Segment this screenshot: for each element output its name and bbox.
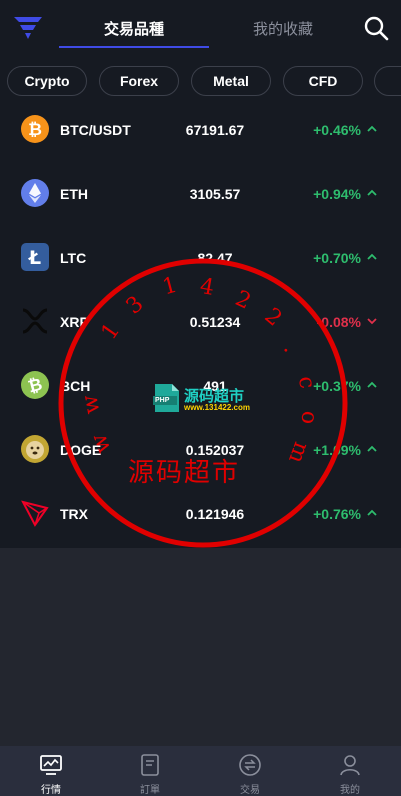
xrp-icon [22, 308, 48, 334]
market-change: +1.09% [313, 442, 361, 458]
php-label: PHP [155, 397, 170, 404]
bottom-navigation: 行情 訂單 交易 我的 [0, 746, 401, 796]
nav-label: 行情 [41, 785, 61, 796]
tab-trading-products[interactable]: 交易品種 [104, 18, 164, 39]
category-chip-forex[interactable]: Forex [99, 66, 179, 96]
market-change: -0.08% [316, 314, 361, 330]
chevron-up-icon [367, 381, 377, 388]
market-price: 82.47 [197, 250, 233, 266]
market-symbol: BTC/USDT [60, 122, 131, 138]
watermark-badge-url: www.131422.com [184, 403, 250, 412]
market-symbol: XRP [60, 314, 89, 330]
document-icon [141, 754, 159, 776]
chevron-up-icon [367, 253, 377, 260]
category-chip-cfd[interactable]: CFD [283, 66, 363, 96]
chevron-up-icon [367, 189, 377, 196]
chevron-up-icon [367, 509, 377, 516]
market-row-eth[interactable]: ETH 3105.57 +0.94% [0, 162, 401, 226]
category-chip-more[interactable] [374, 66, 401, 96]
dogecoin-icon [21, 435, 49, 463]
chevron-up-icon [367, 125, 377, 132]
market-row-trx[interactable]: TRX 0.121946 +0.76% [0, 482, 401, 546]
bitcoin-cash-icon: ₿ [21, 371, 49, 399]
nav-item-orders[interactable]: 訂單 [100, 746, 200, 796]
market-change: +0.70% [313, 250, 361, 266]
watermark-badge: PHP 源码超市 www.131422.com [152, 383, 250, 413]
market-row-btc[interactable]: ₿ BTC/USDT 67191.67 +0.46% [0, 98, 401, 162]
svg-text:Ł: Ł [28, 247, 41, 269]
chevron-up-icon [367, 445, 377, 452]
active-tab-indicator [59, 46, 209, 48]
nav-item-profile[interactable]: 我的 [300, 746, 400, 796]
market-change: +0.94% [313, 186, 361, 202]
exchange-icon [239, 754, 261, 776]
svg-text:₿: ₿ [28, 120, 42, 140]
markets-page: 交易品種 我的收藏 Crypto Forex Metal CFD ₿ BTC/U… [0, 0, 401, 796]
market-symbol: ETH [60, 186, 88, 202]
market-change: +0.46% [313, 122, 361, 138]
watermark-brand: 源码超市 [128, 458, 241, 488]
market-price: 3105.57 [189, 186, 241, 202]
market-price: 67191.67 [185, 122, 245, 138]
category-chip-metal[interactable]: Metal [191, 66, 271, 96]
market-change: +0.76% [313, 506, 361, 522]
category-chip-crypto[interactable]: Crypto [7, 66, 87, 96]
nav-item-trade[interactable]: 交易 [200, 746, 300, 796]
app-logo-icon[interactable] [14, 14, 42, 40]
litecoin-icon: Ł [21, 243, 49, 271]
ethereum-icon [21, 179, 49, 207]
nav-label: 交易 [240, 785, 260, 796]
search-icon[interactable] [363, 15, 389, 41]
market-price: 0.121946 [185, 506, 245, 522]
chart-monitor-icon [40, 755, 62, 775]
nav-label: 訂單 [140, 785, 160, 796]
market-symbol: LTC [60, 250, 87, 266]
market-symbol: TRX [60, 506, 88, 522]
nav-item-market[interactable]: 行情 [1, 746, 101, 796]
tab-favorites[interactable]: 我的收藏 [253, 18, 313, 39]
chevron-down-icon [367, 318, 377, 325]
market-row-xrp[interactable]: XRP 0.51234 -0.08% [0, 290, 401, 354]
top-header: 交易品種 我的收藏 [0, 0, 401, 56]
user-icon [340, 755, 360, 776]
market-change: +0.37% [313, 378, 361, 394]
tron-icon [21, 500, 49, 527]
bitcoin-icon: ₿ [21, 115, 49, 143]
nav-label: 我的 [340, 785, 360, 796]
watermark-char: o [295, 409, 322, 426]
market-symbol: BCH [60, 378, 91, 394]
